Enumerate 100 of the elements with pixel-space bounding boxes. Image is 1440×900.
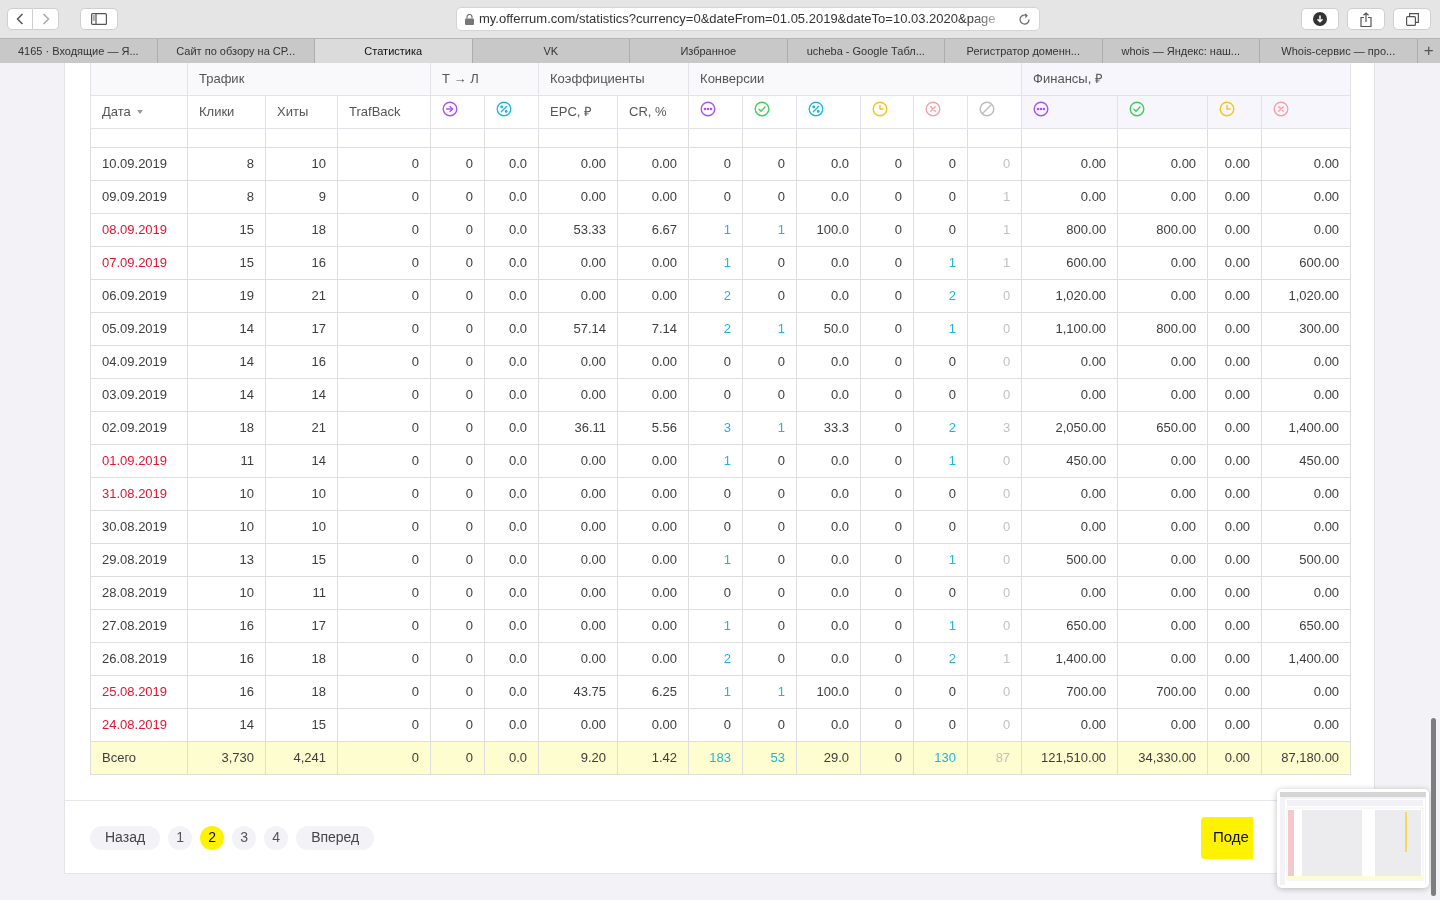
reload-icon — [1018, 12, 1031, 26]
date-cell: 07.09.2019 — [102, 254, 168, 270]
count-link[interactable]: 1 — [723, 254, 732, 270]
page-button[interactable]: 4 — [264, 825, 289, 850]
page-button[interactable]: 1 — [168, 825, 193, 850]
browser-tab[interactable]: Статистика — [315, 39, 473, 63]
count-link[interactable]: 2 — [723, 650, 732, 666]
column-header[interactable]: Дата — [102, 101, 131, 122]
date-cell: 29.08.2019 — [102, 551, 168, 567]
count-link[interactable]: 3 — [723, 419, 732, 435]
table-cell: 21 — [311, 287, 326, 303]
count-link[interactable]: 2 — [948, 419, 957, 435]
table-cell: 0 — [777, 287, 786, 303]
table-cell: 1 — [1002, 254, 1011, 270]
page-button[interactable]: 3 — [232, 825, 257, 850]
count-link[interactable]: 1 — [723, 221, 732, 237]
table-cell: 0.0 — [831, 551, 850, 567]
table-cell: 0 — [1002, 452, 1011, 468]
column-group-header: Финансы, ₽ — [1033, 71, 1103, 86]
count-link[interactable]: 1 — [948, 452, 957, 468]
table-cell: 0.0 — [831, 716, 850, 732]
table-cell: 800.00 — [1066, 221, 1107, 237]
date-cell: 06.09.2019 — [102, 287, 168, 303]
table-cell: 0 — [411, 386, 420, 402]
url-text: my.offerrum.com/statistics?currency=0&dateFrom=01.05.2019&dateTo=10.03.2020&page — [479, 10, 997, 29]
scrollbar-thumb[interactable] — [1431, 718, 1436, 896]
table-cell: 0 — [411, 617, 420, 633]
new-tab-button[interactable]: + — [1417, 39, 1440, 63]
count-link[interactable]: 2 — [723, 287, 732, 303]
share-button[interactable] — [1347, 8, 1385, 30]
count-link[interactable]: 2 — [948, 650, 957, 666]
table-cell: 2,050.00 — [1055, 419, 1107, 435]
count-link[interactable]: 1 — [948, 320, 957, 336]
count-link[interactable]: 1 — [777, 221, 786, 237]
date-cell: 04.09.2019 — [102, 353, 168, 369]
table-cell: 0 — [777, 485, 786, 501]
table-cell: 0.00 — [1313, 188, 1340, 204]
count-link[interactable]: 1 — [723, 617, 732, 633]
table-cell: 0 — [894, 419, 903, 435]
table-cell: 0 — [411, 551, 420, 567]
count-link[interactable]: 1 — [948, 254, 957, 270]
total-label: Всего — [102, 749, 137, 765]
download-button[interactable] — [1301, 8, 1339, 30]
count-link[interactable]: 1 — [777, 683, 786, 699]
next-page-button[interactable]: Вперед — [296, 825, 375, 850]
table-cell: 0.00 — [580, 353, 607, 369]
table-cell: 5.56 — [651, 419, 678, 435]
submit-button[interactable]: Поде — [1201, 816, 1253, 859]
table-cell: 10 — [311, 518, 326, 534]
count-link[interactable]: 1 — [723, 452, 732, 468]
count-link[interactable]: 1 — [777, 419, 786, 435]
table-cell: 0.00 — [1170, 518, 1197, 534]
address-field[interactable]: my.offerrum.com/statistics?currency=0&dateFrom=01.05.2019&dateTo=10.03.2020&page — [456, 7, 1040, 31]
sidebar-button[interactable] — [80, 8, 118, 30]
tabs-overview-button[interactable] — [1393, 8, 1431, 30]
table-cell: 0 — [465, 419, 474, 435]
date-cell: 03.09.2019 — [102, 386, 168, 402]
table-cell: 0 — [1002, 320, 1011, 336]
table-cell: 11 — [240, 452, 254, 468]
table-cell: 87,180.00 — [1281, 749, 1340, 765]
table-cell: 4,241 — [293, 749, 326, 765]
table-cell: 14 — [239, 386, 254, 402]
table-cell: 0.00 — [1170, 155, 1197, 171]
page-button[interactable]: 2 — [200, 825, 225, 850]
table-cell: 0 — [411, 452, 420, 468]
table-cell: 0 — [777, 386, 786, 402]
table-cell: 0 — [894, 650, 903, 666]
count-link[interactable]: 1 — [723, 683, 732, 699]
table-cell: 0 — [411, 716, 420, 732]
table-cell: 650.00 — [1156, 419, 1197, 435]
check-circle-icon — [754, 100, 771, 117]
count-link[interactable]: 1 — [948, 551, 957, 567]
table-cell: 0 — [777, 452, 786, 468]
table-cell: 8 — [246, 188, 254, 204]
back-button[interactable] — [7, 8, 33, 30]
table-cell: 16 — [239, 650, 254, 666]
table-cell: 0.00 — [651, 551, 678, 567]
table-cell: 0.00 — [1080, 584, 1107, 600]
count-link[interactable]: 2 — [723, 320, 732, 336]
table-cell: 0.00 — [1170, 254, 1197, 270]
table-cell: 0.0 — [508, 518, 528, 534]
percent-circle-icon — [496, 100, 513, 117]
table-cell: 0.0 — [508, 320, 528, 336]
table-cell: 0.00 — [1224, 452, 1251, 468]
table-cell: 53.33 — [573, 221, 607, 237]
date-cell: 25.08.2019 — [102, 683, 168, 699]
date-cell: 27.08.2019 — [102, 617, 168, 633]
count-link[interactable]: 2 — [948, 287, 957, 303]
table-cell: 0.00 — [1080, 188, 1107, 204]
count-link[interactable]: 1 — [723, 551, 732, 567]
table-cell: 0 — [465, 254, 474, 270]
table-cell: 0.00 — [651, 452, 678, 468]
cross-circle-icon — [1273, 100, 1290, 117]
date-cell: 09.09.2019 — [102, 188, 168, 204]
count-link[interactable]: 1 — [948, 617, 957, 633]
table-cell: 0 — [411, 419, 420, 435]
count-link[interactable]: 1 — [777, 320, 786, 336]
table-cell: 0 — [723, 485, 732, 501]
prev-page-button[interactable]: Назад — [90, 825, 161, 850]
count-link[interactable]: 53 — [770, 749, 786, 765]
